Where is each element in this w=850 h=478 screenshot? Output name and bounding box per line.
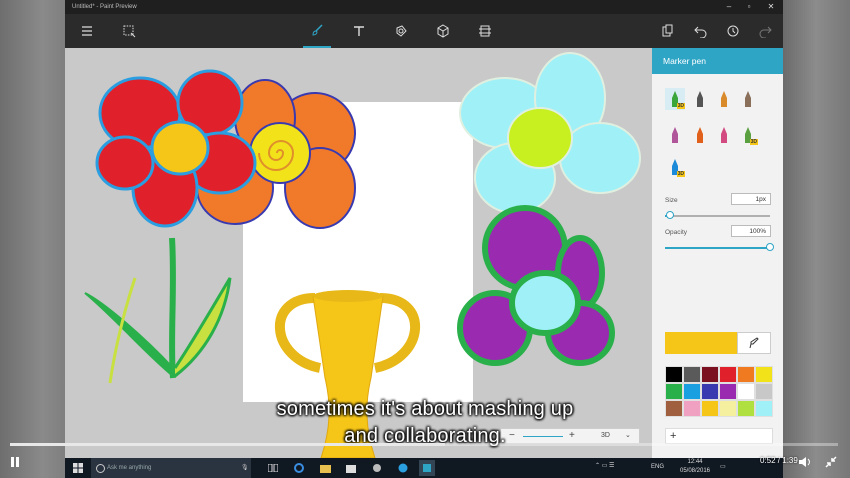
stickers-icon[interactable] [387,14,415,48]
exit-fullscreen-icon[interactable] [822,454,840,470]
close-icon[interactable]: ✕ [762,0,780,14]
skype-icon[interactable] [395,460,411,476]
volume-icon[interactable] [796,454,814,470]
size-label: Size [665,197,678,204]
size-slider-knob[interactable] [666,211,675,219]
spray-can-brush[interactable] [690,124,710,146]
pixel-pen-3d-brush[interactable]: 3D [738,124,758,146]
taskbar-clock[interactable]: 12:44 [675,459,715,465]
brush-icon[interactable] [303,14,331,48]
paint-taskbar-icon[interactable] [419,460,435,476]
title-bar: Untitled* - Paint Preview – ▫ ✕ [65,0,783,14]
3d-badge: 3D [749,139,758,145]
calligraphy-pen-brush[interactable] [690,88,710,110]
store-icon[interactable] [343,460,359,476]
file-explorer-icon[interactable] [317,460,333,476]
color-swatch[interactable] [683,366,701,383]
edge-browser-icon[interactable] [291,460,307,476]
crayon-brush[interactable] [714,124,734,146]
panel-title: Marker pen [652,48,783,74]
size-slider[interactable] [665,211,770,219]
light-blue-flower [459,52,641,214]
hamburger-menu-icon[interactable] [73,14,101,48]
task-view-icon[interactable] [265,460,281,476]
3d-objects-icon[interactable] [429,14,457,48]
video-progress-bar[interactable] [10,443,838,446]
history-icon[interactable] [719,14,747,48]
opacity-value-field[interactable]: 100% [731,225,771,237]
opacity-slider[interactable] [665,243,774,251]
subtitle-line-1: sometimes it's about mashing up [276,398,574,420]
purple-flower [457,205,615,366]
paste-icon[interactable] [653,14,681,48]
text-icon[interactable] [345,14,373,48]
taskbar-date[interactable]: 05/08/2016 [675,468,715,474]
brush-panel: Marker pen 3D 3D 3D Size 1px Opacity 100% … [652,48,783,458]
oil-brush[interactable] [714,88,734,110]
paint-app-window: Untitled* - Paint Preview – ▫ ✕ − + 3D ⌄… [65,0,783,458]
watercolor-brush[interactable] [738,88,758,110]
windows-start-icon[interactable] [70,460,86,476]
toolbar [65,14,783,48]
language-indicator[interactable]: ENG [651,464,664,470]
3d-badge: 3D [676,171,685,177]
pencil-brush[interactable] [665,124,685,146]
search-placeholder: Ask me anything [107,465,152,471]
canvas-icon[interactable] [471,14,499,48]
notification-icon[interactable]: ▭ [720,463,726,470]
cortana-icon [96,464,105,473]
color-swatch[interactable] [719,366,737,383]
cortana-search-box[interactable]: Ask me anything 🎙 [91,458,251,478]
windows-taskbar: Ask me anything 🎙 ⌃ ▭ ☰ ENG 12:44 05/08/… [65,458,783,478]
microphone-icon[interactable]: 🎙 [241,458,249,478]
color-swatch[interactable] [701,366,719,383]
redo-icon[interactable] [751,14,779,48]
color-swatch[interactable] [665,366,683,383]
3d-badge: 3D [676,103,685,109]
drawing-artwork [84,52,641,458]
video-progress-played [10,443,445,446]
video-time: 0:52 / 1:39 [760,456,798,465]
marker-3d-brush[interactable]: 3D [665,88,685,110]
red-flower [84,69,257,384]
select-icon[interactable] [115,14,143,48]
color-swatch[interactable] [737,366,755,383]
minimize-icon[interactable]: – [720,0,738,14]
current-color[interactable] [665,332,737,354]
color-swatch[interactable] [755,366,773,383]
system-tray-icons[interactable]: ⌃ ▭ ☰ [595,462,614,469]
drawing-canvas-area[interactable] [65,48,652,458]
eyedropper-icon[interactable] [737,332,771,354]
window-title: Untitled* - Paint Preview [72,4,137,10]
app-icon[interactable] [369,460,385,476]
maximize-icon[interactable]: ▫ [740,0,758,14]
opacity-slider-knob[interactable] [766,243,774,251]
opacity-slider-fill [665,247,770,249]
undo-icon[interactable] [687,14,715,48]
size-value-field[interactable]: 1px [731,193,771,205]
fill-3d-brush[interactable]: 3D [665,156,685,178]
pause-icon[interactable] [6,454,24,470]
opacity-label: Opacity [665,229,688,236]
